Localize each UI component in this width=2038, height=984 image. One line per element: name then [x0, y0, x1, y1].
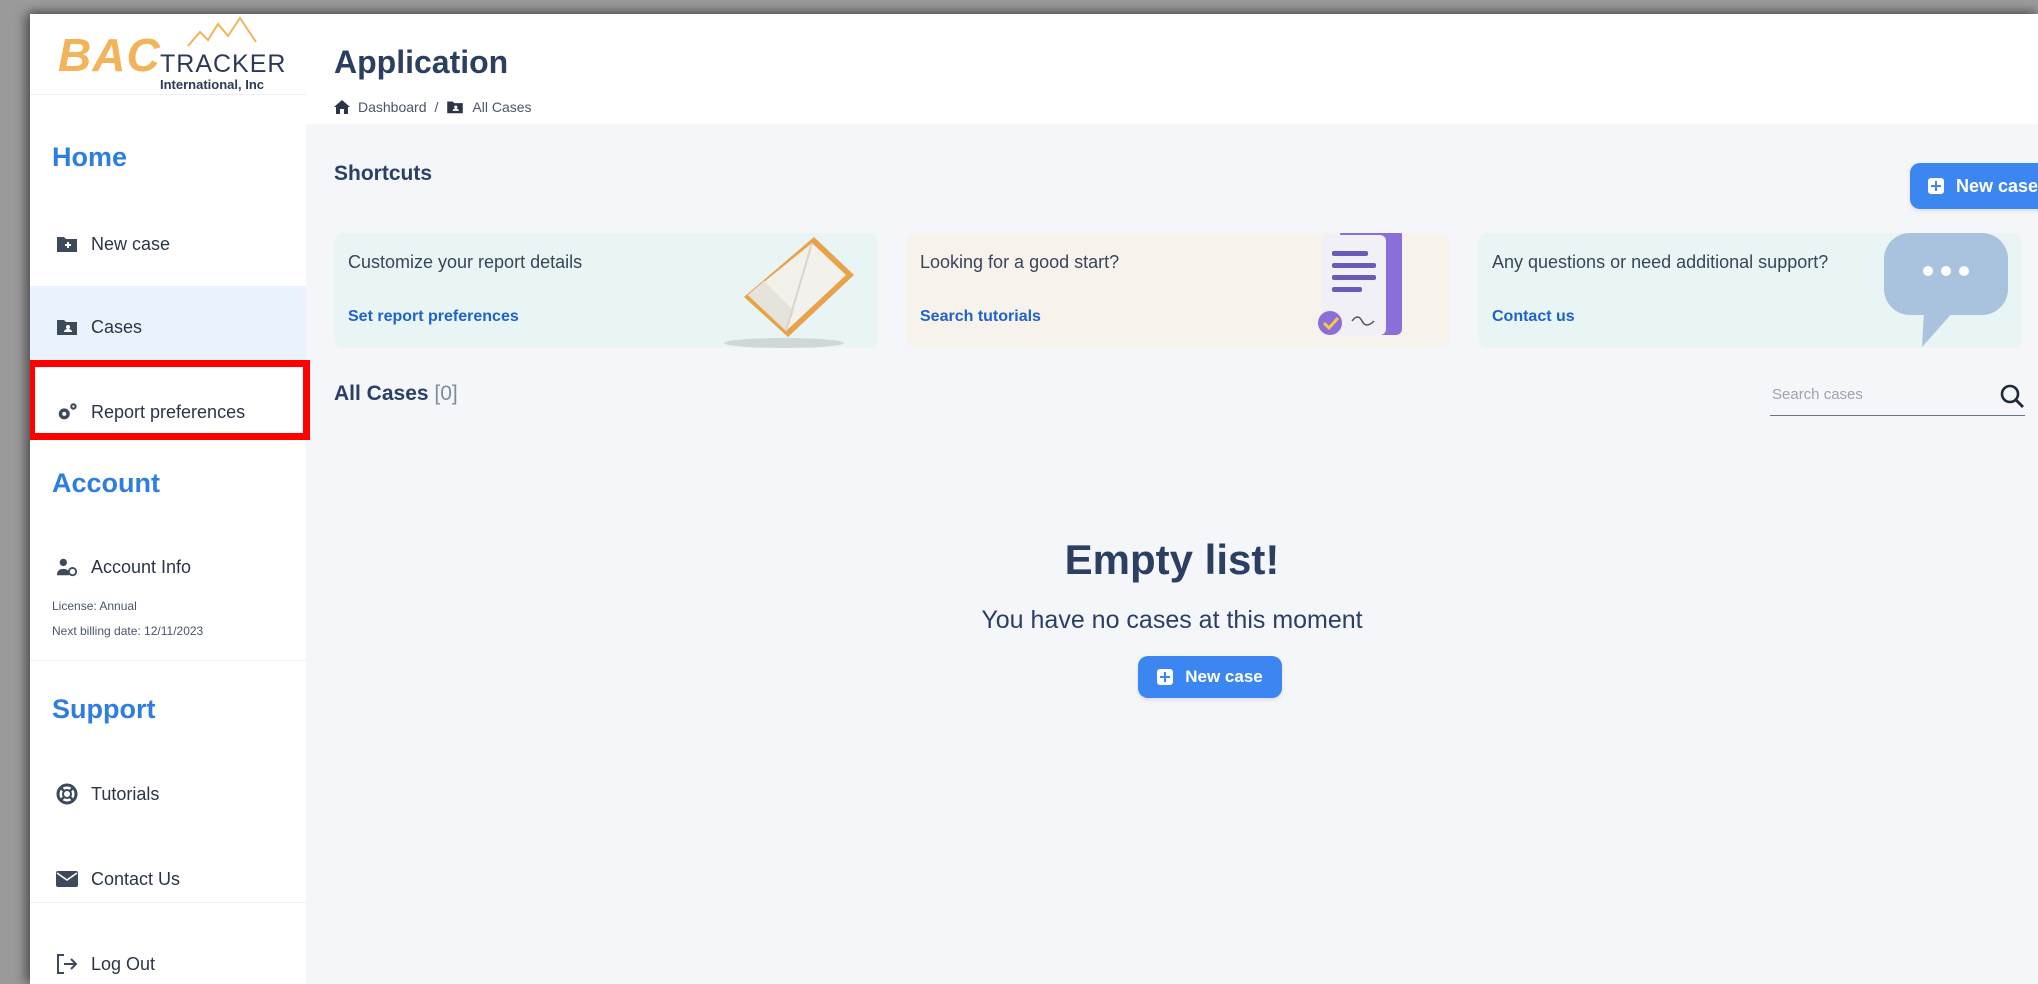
new-case-button-empty[interactable]: New case	[1138, 656, 1282, 698]
empty-list-subtitle: You have no cases at this moment	[981, 606, 1363, 634]
shortcuts-title: Shortcuts	[334, 162, 433, 185]
folder-user-icon	[56, 316, 78, 338]
logout-icon	[56, 953, 78, 975]
sidebar-item-account-info[interactable]: Account Info	[30, 526, 306, 608]
sidebar-item-label: Tutorials	[91, 783, 160, 804]
sidebar-item-tutorials[interactable]: Tutorials	[30, 753, 306, 835]
breadcrumb: Dashboard / All Cases	[334, 99, 532, 115]
logo-tracker: TRACKER	[160, 50, 287, 78]
sidebar-item-label: New case	[91, 233, 171, 254]
divider	[30, 902, 306, 903]
logo[interactable]: BAC TRACKER International, Inc	[30, 14, 306, 95]
license-text: License: Annual	[52, 599, 137, 613]
new-case-button-label: New case	[1955, 175, 2038, 196]
card-text: Looking for a good start?	[920, 252, 1120, 272]
book-icon	[724, 237, 854, 348]
user-gear-icon	[56, 556, 78, 578]
section-account-title: Account	[52, 468, 160, 498]
logo-bac: BAC	[58, 29, 161, 81]
search-tutorials-link[interactable]: Search tutorials	[920, 308, 1041, 326]
sidebar-item-label: Contact Us	[91, 868, 181, 889]
search-input[interactable]	[1770, 385, 1994, 404]
shortcut-card-support: Any questions or need additional support…	[1478, 233, 2022, 348]
sidebar-item-label: Report preferences	[91, 401, 246, 422]
contact-us-link[interactable]: Contact us	[1492, 308, 1575, 326]
new-case-button-label: New case	[1185, 667, 1263, 686]
billing-text: Next billing date: 12/11/2023	[52, 624, 204, 638]
set-report-preferences-link[interactable]: Set report preferences	[348, 308, 519, 326]
sidebar-item-label: Cases	[91, 316, 143, 337]
search-cases	[1770, 379, 2025, 416]
logo-company: International, Inc	[160, 77, 265, 92]
all-cases-title: All Cases [0]	[334, 382, 458, 406]
breadcrumb-all-cases: All Cases	[472, 99, 532, 115]
sidebar: BAC TRACKER International, Inc Home New …	[30, 14, 306, 984]
sidebar-item-logout[interactable]: Log Out	[30, 923, 306, 984]
sidebar-item-label: Log Out	[91, 953, 156, 974]
empty-list-title: Empty list!	[1064, 536, 1280, 583]
new-case-button-top[interactable]: New case	[1910, 163, 2038, 209]
lifebuoy-icon	[56, 783, 78, 805]
all-cases-label: All Cases	[334, 382, 429, 405]
folder-plus-icon	[56, 233, 78, 255]
divider	[30, 660, 306, 661]
plus-square-icon	[1157, 669, 1174, 685]
sidebar-item-label: Account Info	[91, 556, 192, 577]
sidebar-item-new-case[interactable]: New case	[30, 203, 306, 285]
plus-square-icon	[1927, 178, 1944, 194]
cases-count: [0]	[434, 382, 458, 405]
header: Application Dashboard / All Cases	[306, 14, 2038, 124]
section-home-title: Home	[52, 142, 128, 172]
chat-bubble-icon	[1884, 233, 2008, 347]
card-text: Customize your report details	[348, 252, 583, 272]
breadcrumb-dashboard[interactable]: Dashboard	[358, 99, 427, 115]
section-support-title: Support	[52, 694, 156, 724]
sidebar-item-report-preferences[interactable]: Report preferences	[30, 371, 306, 453]
gears-icon	[56, 401, 78, 423]
envelope-icon	[56, 868, 78, 890]
breadcrumb-separator: /	[434, 99, 439, 115]
sidebar-item-cases[interactable]: Cases	[30, 286, 306, 368]
main-content: Shortcuts New case Customize your report…	[306, 124, 2038, 984]
card-text: Any questions or need additional support…	[1492, 252, 1829, 272]
shortcut-card-tutorials: Looking for a good start? Search tutoria…	[906, 233, 1450, 348]
app-window: BAC TRACKER International, Inc Home New …	[30, 14, 2038, 984]
home-icon	[334, 100, 350, 114]
page-title: Application	[334, 44, 509, 80]
shortcut-card-report: Customize your report details Set report…	[334, 233, 878, 348]
document-checklist-icon	[1318, 233, 1402, 335]
folder-user-icon	[446, 100, 464, 114]
search-icon[interactable]	[1999, 383, 2025, 414]
sidebar-item-contact-us[interactable]: Contact Us	[30, 838, 306, 920]
